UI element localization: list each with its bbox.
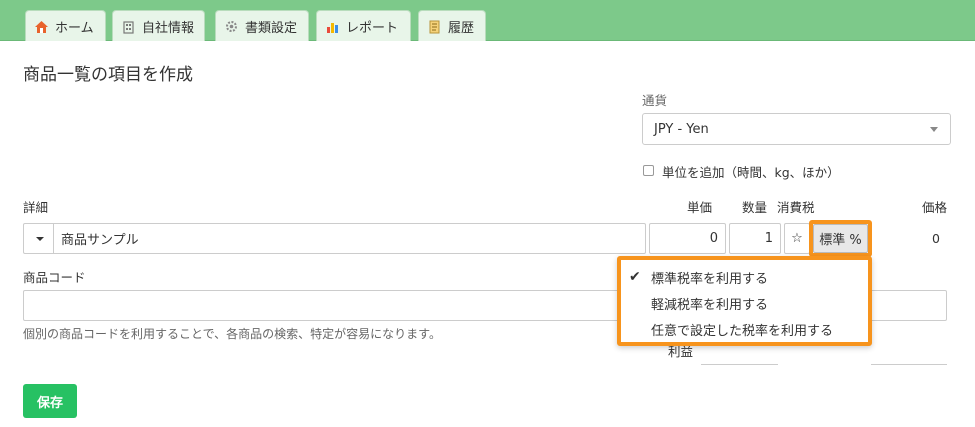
item-name-input[interactable]: 商品サンプル (53, 223, 646, 254)
save-button[interactable]: 保存 (23, 384, 77, 418)
currency-select[interactable]: JPY - Yen (642, 113, 951, 145)
tab-history[interactable]: 履歴 (418, 10, 486, 41)
currency-value: JPY - Yen (654, 121, 709, 137)
checkmark-icon: ✔ (629, 269, 641, 285)
menu-item-standard-rate[interactable]: ✔ 標準税率を利用する (621, 264, 868, 290)
page-title: 商品一覧の項目を作成 (23, 65, 193, 85)
chart-icon (325, 19, 340, 34)
tab-report[interactable]: レポート (316, 10, 411, 41)
column-unit-price: 単価 (687, 200, 713, 215)
star-icon: ☆ (791, 231, 803, 246)
unit-price-value: 0 (709, 231, 718, 246)
history-icon (427, 19, 442, 34)
tab-label: 書類設定 (245, 20, 298, 36)
menu-item-label: 標準税率を利用する (651, 271, 769, 287)
price-value: 0 (932, 231, 940, 246)
unit-checkbox[interactable] (643, 165, 654, 176)
chevron-down-icon (930, 127, 938, 132)
quantity-value: 1 (764, 231, 773, 246)
menu-item-reduced-rate[interactable]: 軽減税率を利用する (621, 290, 868, 316)
tab-company-info[interactable]: 自社情報 (112, 10, 205, 41)
column-price: 価格 (922, 200, 948, 215)
tab-label: レポート (346, 20, 399, 36)
unit-checkbox-label: 単位を追加（時間、kg、ほか） (662, 165, 840, 180)
column-tax: 消費税 (777, 200, 815, 215)
item-name-value: 商品サンプル (61, 233, 139, 248)
top-nav: ホーム 自社情報 書類設定 レポート 履歴 (0, 0, 975, 41)
tax-rate-button[interactable]: 標準 % (813, 224, 868, 253)
currency-label: 通貨 (642, 93, 668, 108)
tab-home[interactable]: ホーム (25, 10, 106, 41)
profit-field-line (871, 364, 947, 365)
column-detail: 詳細 (23, 200, 49, 215)
tab-label: 履歴 (448, 20, 475, 36)
product-code-help: 個別の商品コードを利用することで、各商品の検索、特定が容易になります。 (23, 327, 441, 341)
menu-item-custom-rate[interactable]: 任意で設定した税率を利用する (621, 316, 868, 342)
product-code-label: 商品コード (23, 270, 86, 285)
tab-document-settings[interactable]: 書類設定 (215, 10, 309, 41)
home-icon (34, 19, 49, 34)
quantity-input[interactable]: 1 (729, 223, 781, 254)
building-icon (121, 19, 136, 34)
tab-label: ホーム (55, 20, 94, 36)
tax-star-button[interactable]: ☆ (784, 223, 810, 254)
gear-icon (224, 19, 239, 34)
item-dropdown-button[interactable] (23, 223, 54, 254)
column-quantity: 数量 (742, 200, 768, 215)
menu-item-label: 軽減税率を利用する (651, 297, 769, 313)
profit-field-line (701, 364, 778, 365)
tax-rate-label: 標準 % (819, 233, 862, 248)
unit-price-input[interactable]: 0 (649, 223, 726, 254)
tax-rate-menu: ✔ 標準税率を利用する 軽減税率を利用する 任意で設定した税率を利用する (617, 256, 872, 346)
tab-label: 自社情報 (142, 20, 195, 36)
menu-item-label: 任意で設定した税率を利用する (651, 323, 834, 339)
